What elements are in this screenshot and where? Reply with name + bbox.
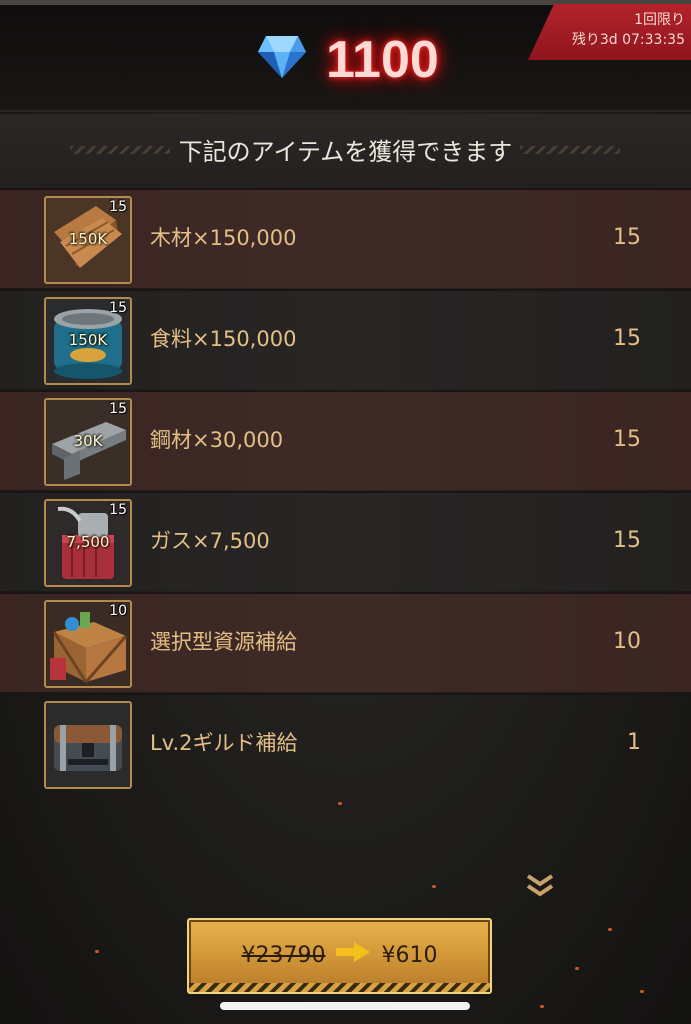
section-title: 下記のアイテムを獲得できます bbox=[178, 138, 513, 166]
list-item: 15 30K 鋼材×30,000 15 bbox=[0, 390, 691, 490]
section-header: 下記のアイテムを獲得できます bbox=[0, 114, 691, 188]
item-name: 鋼材×30,000 bbox=[150, 428, 284, 452]
item-amount-badge: 150K bbox=[68, 230, 108, 248]
limit-remaining: 残り3d 07:33:35 bbox=[571, 32, 685, 48]
item-count: 15 bbox=[613, 427, 641, 452]
list-item: 15 150K 食料×150,000 15 bbox=[0, 289, 691, 389]
gas-canister-icon: 15 7,500 bbox=[44, 499, 132, 587]
top-bar: 1100 1回限り 残り3d 07:33:35 bbox=[0, 0, 691, 112]
limit-title: 1回限り bbox=[634, 12, 685, 28]
list-item: Lv.2ギルド補給 1 bbox=[0, 693, 691, 793]
ember-particle bbox=[575, 967, 579, 970]
item-count: 15 bbox=[613, 528, 641, 553]
item-name: ガス×7,500 bbox=[150, 529, 270, 553]
item-name: 木材×150,000 bbox=[150, 226, 297, 250]
item-qty-badge: 10 bbox=[109, 603, 127, 619]
steel-anvil-icon: 15 30K bbox=[44, 398, 132, 486]
item-qty-badge: 15 bbox=[109, 502, 127, 518]
limited-time-badge: 1回限り 残り3d 07:33:35 bbox=[528, 4, 691, 60]
list-item: 15 150K 木材×150,000 15 bbox=[0, 188, 691, 288]
item-count: 10 bbox=[613, 629, 641, 654]
ember-particle bbox=[540, 1005, 544, 1008]
ember-particle bbox=[95, 950, 99, 953]
ember-particle bbox=[338, 802, 342, 805]
item-qty-badge: 15 bbox=[109, 401, 127, 417]
list-item: 10 選択型資源補給 10 bbox=[0, 592, 691, 692]
item-qty-badge: 15 bbox=[109, 300, 127, 316]
item-amount-badge: 30K bbox=[73, 432, 103, 450]
ember-particle bbox=[432, 885, 436, 888]
sale-price: ¥610 bbox=[381, 943, 438, 968]
ember-particle bbox=[608, 928, 612, 931]
chevron-down-icon[interactable] bbox=[524, 872, 556, 898]
gem-count: 1100 bbox=[326, 31, 439, 89]
item-count: 15 bbox=[613, 326, 641, 351]
food-can-icon: 15 150K bbox=[44, 297, 132, 385]
item-count: 15 bbox=[613, 225, 641, 250]
purchase-button[interactable]: ¥23790 ¥610 bbox=[187, 918, 492, 994]
item-name: 食料×150,000 bbox=[150, 327, 297, 351]
diamond-gem-icon bbox=[256, 30, 308, 82]
item-name: Lv.2ギルド補給 bbox=[150, 731, 298, 755]
original-price: ¥23790 bbox=[241, 943, 326, 968]
item-count: 1 bbox=[627, 730, 641, 755]
home-indicator[interactable] bbox=[220, 1002, 470, 1010]
wood-plank-icon: 15 150K bbox=[44, 196, 132, 284]
guild-chest-icon bbox=[44, 701, 132, 789]
ember-particle bbox=[640, 990, 644, 993]
price-row: ¥23790 ¥610 bbox=[189, 940, 490, 972]
arrow-right-icon bbox=[336, 940, 371, 972]
item-qty-badge: 15 bbox=[109, 199, 127, 215]
resource-crate-icon: 10 bbox=[44, 600, 132, 688]
item-amount-badge: 7,500 bbox=[66, 533, 110, 551]
item-amount-badge: 150K bbox=[68, 331, 108, 349]
item-name: 選択型資源補給 bbox=[150, 630, 297, 654]
list-item: 15 7,500 ガス×7,500 15 bbox=[0, 491, 691, 591]
